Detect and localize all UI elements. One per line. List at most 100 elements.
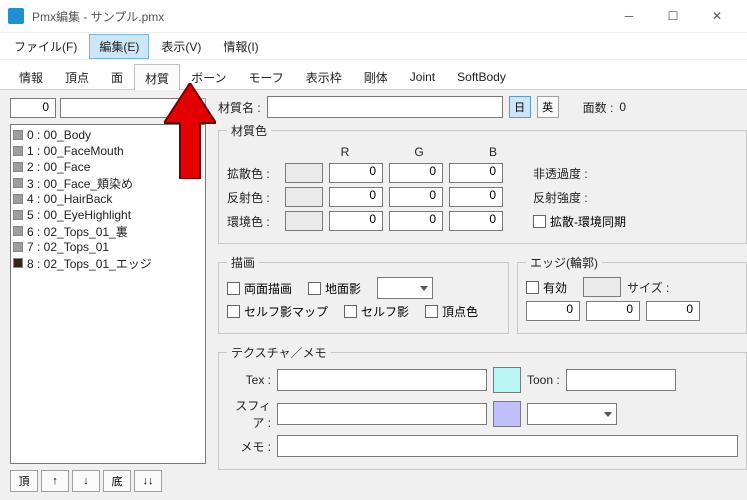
ambient-r[interactable]: 0 [329, 211, 383, 231]
edge-enable-checkbox[interactable]: 有効 [526, 279, 567, 296]
draw-mode-combo[interactable] [377, 277, 433, 299]
include-button[interactable]: 含 [186, 98, 206, 118]
vertexcolor-checkbox[interactable]: 頂点色 [425, 303, 478, 320]
edge-swatch[interactable] [583, 277, 621, 297]
diffuse-swatch[interactable] [285, 163, 323, 183]
specular-r[interactable]: 0 [329, 187, 383, 207]
tab-frame[interactable]: 表示枠 [295, 63, 353, 91]
specular-swatch[interactable] [285, 187, 323, 207]
selfshadow-checkbox[interactable]: セルフ影 [344, 303, 409, 320]
toon-input[interactable] [566, 369, 676, 391]
edge-enable-label: 有効 [543, 279, 567, 296]
selfmap-label: セルフ影マップ [244, 303, 328, 320]
list-top-button[interactable]: 頂 [10, 470, 38, 492]
tab-rigid[interactable]: 剛体 [353, 63, 399, 91]
window-title: Pmx編集 - サンプル.pmx [32, 8, 607, 25]
minimize-button[interactable]: ─ [607, 2, 651, 30]
list-item[interactable]: 3 : 00_Face_頬染め [13, 175, 203, 191]
material-index-input[interactable]: 0 [10, 98, 56, 118]
menu-file[interactable]: ファイル(F) [4, 34, 87, 59]
double-sided-label: 両面描画 [244, 280, 292, 297]
ambient-b[interactable]: 0 [449, 211, 503, 231]
menu-info[interactable]: 情報(I) [213, 34, 268, 59]
list-item[interactable]: 0 : 00_Body [13, 127, 203, 143]
list-item-label: 3 : 00_Face_頬染め [27, 175, 133, 192]
list-item[interactable]: 5 : 00_EyeHighlight [13, 207, 203, 223]
list-item[interactable]: 6 : 02_Tops_01_裏 [13, 223, 203, 239]
col-r-header: R [323, 145, 367, 159]
list-item[interactable]: 7 : 02_Tops_01 [13, 239, 203, 255]
list-down-button[interactable]: ↓ [72, 470, 100, 492]
edge-b[interactable]: 0 [646, 301, 700, 321]
selfmap-checkbox[interactable]: セルフ影マップ [227, 303, 328, 320]
double-sided-checkbox[interactable]: 両面描画 [227, 280, 292, 297]
alpha-label: 非透過度 : [533, 165, 588, 182]
main-area: 0 含 0 : 00_Body 1 : 00_FaceMouth2 : 00_Fa… [0, 90, 747, 500]
tab-joint[interactable]: Joint [399, 64, 446, 89]
selfshadow-label: セルフ影 [361, 303, 409, 320]
edge-g[interactable]: 0 [586, 301, 640, 321]
lang-en-button[interactable]: 英 [537, 96, 559, 118]
maximize-button[interactable]: ☐ [651, 2, 695, 30]
memo-label: メモ : [227, 438, 271, 455]
col-b-header: B [471, 145, 515, 159]
material-listbox[interactable]: 0 : 00_Body 1 : 00_FaceMouth2 : 00_Face3 … [10, 124, 206, 464]
color-group-title: 材質色 [227, 122, 271, 139]
tab-vertex[interactable]: 頂点 [54, 63, 100, 91]
tab-material[interactable]: 材質 [134, 64, 180, 92]
material-list-panel: 0 含 0 : 00_Body 1 : 00_FaceMouth2 : 00_Fa… [0, 90, 212, 500]
sphere-preview-swatch[interactable] [493, 401, 521, 427]
material-name-input[interactable] [267, 96, 503, 118]
vertexcolor-label: 頂点色 [442, 303, 478, 320]
material-swatch-icon [13, 130, 23, 140]
menu-edit[interactable]: 編集(E) [89, 34, 149, 59]
tab-bone[interactable]: ボーン [180, 63, 237, 91]
list-dup-button[interactable]: ↓↓ [134, 470, 162, 492]
diffuse-g[interactable]: 0 [389, 163, 443, 183]
list-item-label: 7 : 02_Tops_01 [27, 240, 109, 254]
tab-info[interactable]: 情報 [8, 63, 54, 91]
material-name-filter[interactable] [60, 98, 182, 118]
tex-input[interactable] [277, 369, 487, 391]
specular-b[interactable]: 0 [449, 187, 503, 207]
toon-label: Toon : [527, 373, 560, 387]
material-name-label: 材質名 : [218, 99, 261, 116]
sphere-mode-combo[interactable] [527, 403, 617, 425]
material-swatch-icon [13, 258, 23, 268]
ambient-g[interactable]: 0 [389, 211, 443, 231]
diffuse-b[interactable]: 0 [449, 163, 503, 183]
menu-view[interactable]: 表示(V) [151, 34, 211, 59]
tex-label: Tex : [227, 373, 271, 387]
material-swatch-icon [13, 242, 23, 252]
ground-shadow-checkbox[interactable]: 地面影 [308, 280, 361, 297]
list-item[interactable]: 1 : 00_FaceMouth [13, 143, 203, 159]
lang-jp-button[interactable]: 日 [509, 96, 531, 118]
ambient-swatch[interactable] [285, 211, 323, 231]
tab-softbody[interactable]: SoftBody [446, 64, 517, 89]
sync-checkbox-label: 拡散-環境同期 [550, 213, 626, 230]
tabbar: 情報 頂点 面 材質 ボーン モーフ 表示枠 剛体 Joint SoftBody [0, 60, 747, 90]
list-item-label: 0 : 00_Body [27, 128, 91, 142]
memo-input[interactable] [277, 435, 738, 457]
specular-g[interactable]: 0 [389, 187, 443, 207]
tab-face[interactable]: 面 [100, 63, 134, 91]
app-icon [8, 8, 24, 24]
list-item[interactable]: 4 : 00_HairBack [13, 191, 203, 207]
tex-preview-swatch[interactable] [493, 367, 521, 393]
list-bottom-button[interactable]: 底 [103, 470, 131, 492]
tab-morph[interactable]: モーフ [237, 63, 294, 91]
sphere-input[interactable] [277, 403, 487, 425]
list-item-label: 1 : 00_FaceMouth [27, 144, 124, 158]
diffuse-r[interactable]: 0 [329, 163, 383, 183]
titlebar: Pmx編集 - サンプル.pmx ─ ☐ ✕ [0, 0, 747, 32]
list-item[interactable]: 8 : 02_Tops_01_エッジ [13, 255, 203, 271]
color-group: 材質色 R G B 拡散色 : 0 0 0 非透過度 : 反射色 : 0 0 0… [218, 122, 747, 244]
list-up-button[interactable]: ↑ [41, 470, 69, 492]
material-swatch-icon [13, 194, 23, 204]
list-item-label: 6 : 02_Tops_01_裏 [27, 223, 128, 240]
specular-label: 反射色 : [227, 189, 279, 206]
list-item[interactable]: 2 : 00_Face [13, 159, 203, 175]
close-button[interactable]: ✕ [695, 2, 739, 30]
edge-r[interactable]: 0 [526, 301, 580, 321]
sync-checkbox[interactable]: 拡散-環境同期 [533, 213, 626, 230]
